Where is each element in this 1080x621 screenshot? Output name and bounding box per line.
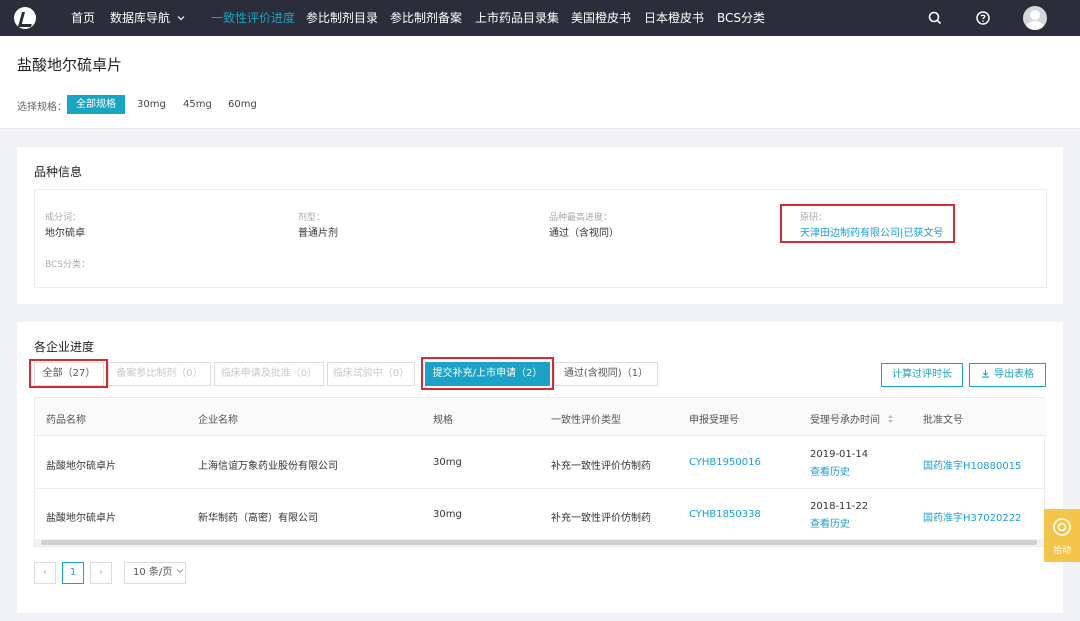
ingredient-value: 地尔硫卓 xyxy=(45,228,85,239)
nav-database-guide-label: 数据库导航 xyxy=(110,11,171,25)
col-drug-name: 药品名称 xyxy=(46,415,86,426)
highlight-originator xyxy=(780,204,955,243)
prev-page-button[interactable]: ‹ xyxy=(34,562,56,584)
col-approval: 批准文号 xyxy=(923,415,963,426)
avatar[interactable] xyxy=(1023,6,1047,30)
spec-option-60mg[interactable]: 60mg xyxy=(228,95,257,114)
cell-drug: 盐酸地尔硫卓片 xyxy=(46,513,116,524)
col-accept-no: 申报受理号 xyxy=(689,415,739,426)
cell-type: 补充一致性评价仿制药 xyxy=(551,461,651,472)
cell-accept-no-link[interactable]: CYHB1850338 xyxy=(689,509,761,520)
page-size-select[interactable]: 10 条/页 xyxy=(124,562,186,584)
cell-approval-link[interactable]: 国药准字H10880015 xyxy=(923,457,1021,472)
export-button-label: 导出表格 xyxy=(994,369,1034,380)
chevron-down-icon xyxy=(177,569,184,574)
col-company: 企业名称 xyxy=(198,415,238,426)
feedback-icon xyxy=(1053,518,1071,536)
table-header: 药品名称 企业名称 规格 一致性评价类型 申报受理号 受理号承办时间 批准文号 xyxy=(35,398,1046,436)
nav-jp-orange-book[interactable]: 日本橙皮书 xyxy=(644,0,704,36)
view-history-link[interactable]: 查看历史 xyxy=(810,515,850,530)
spec-option-all[interactable]: 全部规格 xyxy=(67,95,125,114)
chevron-down-icon xyxy=(177,16,185,21)
col-type: 一致性评价类型 xyxy=(551,415,621,426)
cell-date: 2019-01-14 xyxy=(810,449,869,460)
download-icon xyxy=(981,369,990,378)
spec-option-45mg[interactable]: 45mg xyxy=(183,95,212,114)
nav-reference-filing[interactable]: 参比制剂备案 xyxy=(390,0,462,36)
nav-database-guide[interactable]: 数据库导航 xyxy=(110,0,185,36)
scrollbar-thumb[interactable] xyxy=(41,540,1037,545)
bcs-label: BCS分类： xyxy=(45,260,91,270)
nav-us-orange-book[interactable]: 美国橙皮书 xyxy=(571,0,631,36)
dosage-form-label: 剂型： xyxy=(298,213,326,223)
next-page-button[interactable]: › xyxy=(90,562,112,584)
feedback-tab[interactable]: 拾动 xyxy=(1044,509,1080,562)
page-1-button[interactable]: 1 xyxy=(62,562,84,584)
cell-company: 上海信谊万象药业股份有限公司 xyxy=(198,461,338,472)
page-size-value: 10 条/页 xyxy=(133,567,173,578)
feedback-label: 拾动 xyxy=(1052,546,1071,556)
nav-bcs[interactable]: BCS分类 xyxy=(717,0,765,36)
view-history-link[interactable]: 查看历史 xyxy=(810,463,850,478)
page-title: 盐酸地尔硫卓片 xyxy=(17,56,123,74)
filter-tab-clinical-application[interactable]: 临床申请及批准（0） xyxy=(214,362,324,386)
sort-icon[interactable] xyxy=(887,414,894,424)
drug-header: 盐酸地尔硫卓片 选择规格： 全部规格 30mg 45mg 60mg xyxy=(0,36,1080,129)
highest-progress-label: 品种最高进度： xyxy=(549,213,613,223)
search-icon[interactable] xyxy=(927,10,943,26)
cell-type: 补充一致性评价仿制药 xyxy=(551,513,651,524)
spec-option-30mg[interactable]: 30mg xyxy=(137,95,166,114)
variety-info-title: 品种信息 xyxy=(34,165,83,179)
table-row: 盐酸地尔硫卓片 上海信谊万象药业股份有限公司 30mg 补充一致性评价仿制药 C… xyxy=(35,437,1046,489)
table-row: 盐酸地尔硫卓片 新华制药（高密）有限公司 30mg 补充一致性评价仿制药 CYH… xyxy=(35,489,1046,541)
top-nav: 首页 数据库导航 一致性评价进度 参比制剂目录 参比制剂备案 上市药品目录集 美… xyxy=(0,0,1080,36)
highlight-all-tab xyxy=(29,359,108,388)
ingredient-label: 成分词： xyxy=(45,213,82,223)
spec-label: 选择规格： xyxy=(17,102,67,113)
cell-spec: 30mg xyxy=(433,509,462,520)
progress-title: 各企业进度 xyxy=(34,340,95,354)
calc-duration-button[interactable]: 计算过评时长 xyxy=(881,363,963,387)
logo-icon[interactable] xyxy=(14,7,36,29)
dosage-form-value: 普通片剂 xyxy=(298,228,338,239)
highest-progress-value: 通过（含视同） xyxy=(549,228,619,239)
cell-company: 新华制药（高密）有限公司 xyxy=(198,513,318,524)
help-icon[interactable] xyxy=(975,10,991,26)
nav-consistency-progress[interactable]: 一致性评价进度 xyxy=(211,0,295,36)
nav-home[interactable]: 首页 xyxy=(71,0,95,36)
cell-date: 2018-11-22 xyxy=(810,501,869,512)
cell-drug: 盐酸地尔硫卓片 xyxy=(46,461,116,472)
filter-tab-clinical-trial[interactable]: 临床试验中（0） xyxy=(327,362,415,386)
progress-table: 药品名称 企业名称 规格 一致性评价类型 申报受理号 受理号承办时间 批准文号 … xyxy=(34,397,1046,547)
col-accept-date[interactable]: 受理号承办时间 xyxy=(810,411,894,426)
cell-approval-link[interactable]: 国药准字H37020222 xyxy=(923,509,1021,524)
col-accept-date-label: 受理号承办时间 xyxy=(810,415,880,426)
col-spec: 规格 xyxy=(433,415,453,426)
filter-tab-reference-filing[interactable]: 备案参比制剂（0） xyxy=(108,362,211,386)
cell-accept-no-link[interactable]: CYHB1950016 xyxy=(689,457,761,468)
horizontal-scrollbar[interactable] xyxy=(35,539,1046,546)
nav-reference-catalog[interactable]: 参比制剂目录 xyxy=(306,0,378,36)
highlight-submitted-tab xyxy=(421,357,554,390)
cell-spec: 30mg xyxy=(433,457,462,468)
filter-tab-passed[interactable]: 通过(含视同)（1） xyxy=(554,362,658,386)
nav-listed-drugs[interactable]: 上市药品目录集 xyxy=(475,0,559,36)
export-button[interactable]: 导出表格 xyxy=(969,363,1046,387)
